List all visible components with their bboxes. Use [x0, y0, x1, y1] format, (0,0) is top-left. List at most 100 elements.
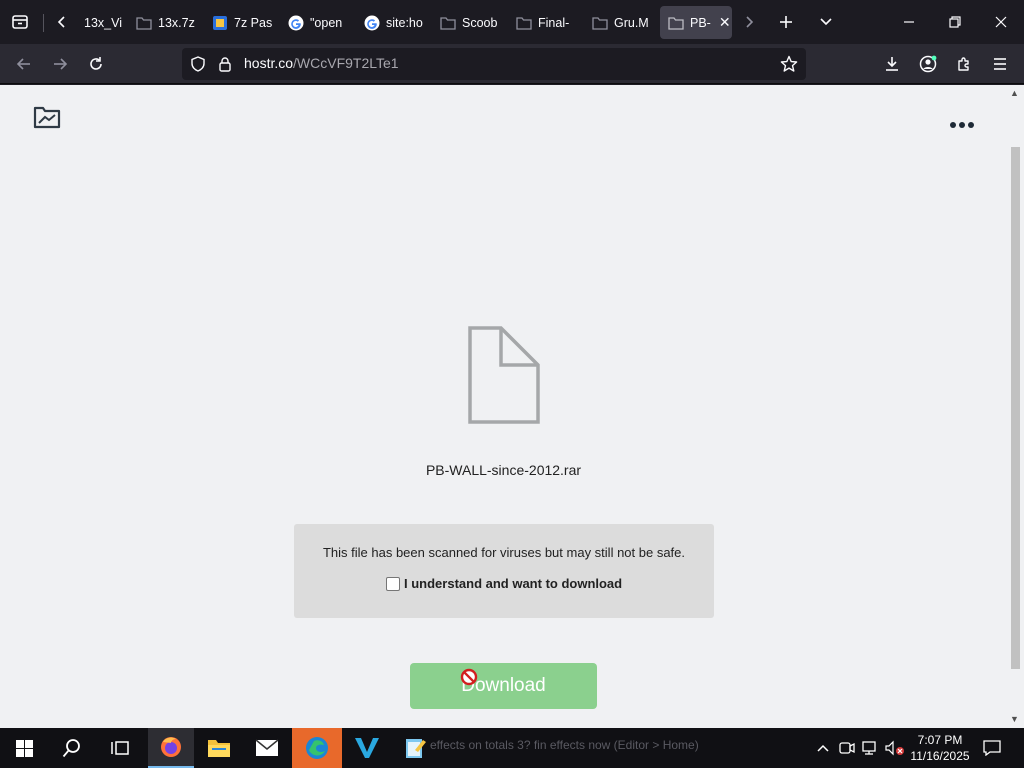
close-window-button[interactable]	[978, 0, 1024, 44]
folder-icon	[516, 15, 532, 31]
vegas-icon	[355, 738, 379, 758]
firefox-icon	[161, 737, 181, 757]
file-icon	[468, 326, 540, 429]
tab-7[interactable]: Final-	[508, 6, 580, 39]
lock-icon[interactable]	[218, 56, 232, 77]
network-button[interactable]	[860, 728, 882, 768]
nav-toolbar: hostr.co/WCcVF9T2LTe1	[0, 44, 1024, 84]
taskbar: effects on totals 3? fin effects now (Ed…	[0, 728, 1024, 768]
meet-now-button[interactable]	[836, 728, 858, 768]
puzzle-icon	[958, 57, 969, 71]
tab-title: Gru.M	[614, 15, 649, 30]
tab-active[interactable]: PB- ✕	[660, 6, 732, 39]
firefox-view-button[interactable]	[0, 0, 40, 44]
more-options-icon[interactable]	[948, 117, 976, 135]
close-icon	[995, 16, 1007, 28]
tab-title: 13x.7z	[158, 15, 195, 30]
account-button[interactable]	[914, 50, 942, 78]
not-allowed-cursor-icon	[460, 668, 478, 686]
agree-checkbox-row[interactable]: I understand and want to download	[386, 576, 622, 591]
bookmark-star-icon[interactable]	[780, 55, 798, 78]
taskbar-edge[interactable]	[292, 728, 342, 768]
taskbar-vegas[interactable]	[344, 728, 390, 768]
tab-6[interactable]: Scoob	[432, 6, 504, 39]
notepad-icon	[406, 739, 426, 758]
tab-strip: 13x_Vi 13x.7z 7z Pas "open site:ho Scoob…	[0, 0, 1024, 44]
tab-title: Final-	[538, 15, 570, 30]
tab-4[interactable]: "open	[280, 6, 352, 39]
google-icon	[364, 15, 380, 31]
arrow-left-icon	[16, 58, 30, 70]
forward-button[interactable]	[46, 50, 74, 78]
new-tab-button[interactable]	[770, 0, 802, 44]
tab-title: PB-	[690, 15, 711, 30]
task-view-button[interactable]	[96, 728, 144, 768]
url-bar[interactable]: hostr.co/WCcVF9T2LTe1	[182, 48, 806, 80]
file-name: PB-WALL-since-2012.rar	[425, 462, 582, 478]
windows-icon	[15, 739, 33, 757]
minimize-button[interactable]	[886, 0, 932, 44]
google-icon	[288, 15, 304, 31]
notification-icon	[983, 740, 1001, 756]
taskbar-firefox[interactable]	[148, 728, 194, 768]
tab-title: 7z Pas	[234, 15, 273, 30]
app-menu-button[interactable]	[986, 50, 1014, 78]
scroll-tabs-right-button[interactable]	[736, 0, 762, 44]
minimize-icon	[904, 21, 914, 23]
folder-icon	[136, 15, 152, 31]
page-scrollbar[interactable]: ▲ ▼	[1007, 85, 1024, 728]
reload-button[interactable]	[82, 50, 110, 78]
plus-icon	[780, 16, 792, 28]
scroll-down-icon[interactable]: ▼	[1010, 714, 1019, 724]
close-tab-icon[interactable]: ✕	[719, 14, 731, 31]
start-button[interactable]	[0, 728, 48, 768]
downloads-button[interactable]	[878, 50, 906, 78]
tab-title: site:ho	[386, 15, 423, 30]
network-icon	[862, 741, 876, 755]
tab-3[interactable]: 7z Pas	[204, 6, 274, 39]
show-hidden-icons-button[interactable]	[812, 728, 834, 768]
scrollbar-thumb[interactable]	[1011, 147, 1020, 669]
webcam-icon	[839, 742, 855, 754]
virus-warning-box: This file has been scanned for viruses b…	[294, 524, 714, 618]
firefox-view-icon	[12, 15, 28, 29]
taskbar-mail[interactable]	[244, 728, 290, 768]
scroll-up-icon[interactable]: ▲	[1010, 88, 1019, 98]
tab-title: "open	[310, 15, 343, 30]
tab-5[interactable]: site:ho	[356, 6, 428, 39]
scroll-tabs-left-button[interactable]	[48, 0, 76, 44]
list-all-tabs-button[interactable]	[810, 0, 842, 44]
download-button[interactable]: Download	[410, 663, 597, 709]
tab-2[interactable]: 13x.7z	[128, 6, 198, 39]
chevron-up-icon	[817, 744, 829, 752]
folder-icon	[592, 15, 608, 31]
extensions-button[interactable]	[950, 50, 978, 78]
page-viewport: PB-WALL-since-2012.rar This file has bee…	[0, 85, 1024, 728]
hamburger-menu-icon	[994, 58, 1006, 70]
agree-label[interactable]: I understand and want to download	[404, 576, 622, 591]
search-button[interactable]	[48, 728, 96, 768]
hostr-logo-icon[interactable]	[33, 105, 61, 134]
notifications-button[interactable]	[980, 728, 1004, 768]
tab-title: 13x_Vi	[84, 15, 122, 30]
restore-button[interactable]	[932, 0, 978, 44]
account-icon	[919, 55, 937, 73]
system-clock[interactable]: 7:07 PM 11/16/2025	[902, 732, 978, 764]
url-text[interactable]: hostr.co/WCcVF9T2LTe1	[244, 55, 399, 71]
chevron-left-icon	[57, 16, 65, 28]
folder-icon	[668, 15, 684, 31]
taskbar-ghost-text: effects on totals 3? fin effects now (Ed…	[430, 738, 699, 752]
virus-warning-text: This file has been scanned for viruses b…	[322, 545, 686, 560]
url-host: hostr.co	[244, 55, 294, 71]
tab-8[interactable]: Gru.M	[584, 6, 656, 39]
clock-time: 7:07 PM	[917, 733, 963, 747]
tab-title: Scoob	[462, 15, 498, 30]
back-button[interactable]	[10, 50, 38, 78]
url-path: /WCcVF9T2LTe1	[293, 55, 399, 71]
agree-checkbox[interactable]	[386, 576, 400, 591]
folder-icon	[208, 740, 230, 757]
tracking-protection-icon[interactable]	[190, 56, 206, 77]
taskbar-file-explorer[interactable]	[196, 728, 242, 768]
task-view-icon	[111, 741, 129, 755]
doc-icon	[212, 15, 228, 31]
